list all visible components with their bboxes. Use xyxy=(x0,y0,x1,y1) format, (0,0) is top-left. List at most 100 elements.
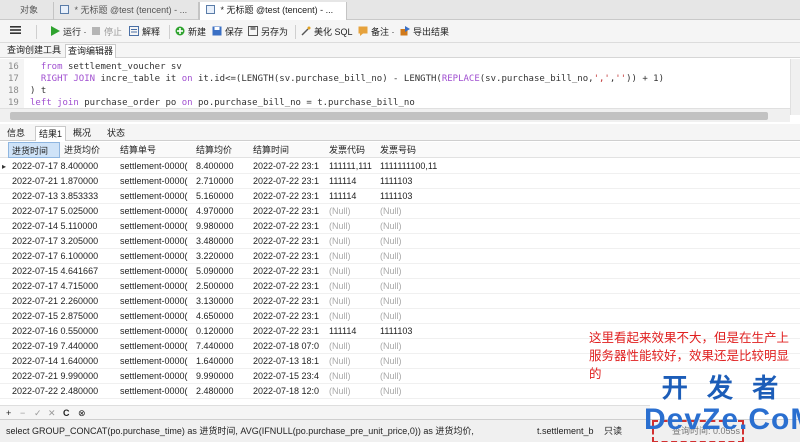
table-cell[interactable]: 2022-07-14 1.640000 xyxy=(12,354,116,369)
comment-button[interactable]: 备注 · xyxy=(358,24,395,40)
table-cell[interactable]: settlement-0000( xyxy=(120,219,196,234)
table-cell[interactable]: 2022-07-15 4.641667 xyxy=(12,264,116,279)
table-cell[interactable]: 2022-07-18 07:0 xyxy=(253,339,329,354)
editor-horizontal-scrollbar[interactable] xyxy=(0,108,790,122)
table-cell[interactable]: settlement-0000( xyxy=(120,264,196,279)
table-cell[interactable]: 2022-07-15 23:4 xyxy=(253,369,329,384)
table-cell[interactable]: 2022-07-22 23:1 xyxy=(253,279,329,294)
table-cell[interactable]: 7.440000 xyxy=(196,339,252,354)
table-cell[interactable]: settlement-0000( xyxy=(120,249,196,264)
stop-button[interactable]: 停止 xyxy=(91,24,122,40)
table-cell[interactable]: 2022-07-17 6.100000 xyxy=(12,249,116,264)
explain-button[interactable]: 解释 xyxy=(129,24,160,40)
table-cell[interactable]: (Null) xyxy=(329,219,380,234)
table-row[interactable]: 2022-07-15 2.875000 settlement-0000(4.650… xyxy=(0,309,800,324)
table-cell[interactable]: 2022-07-18 12:0 xyxy=(253,384,329,399)
table-row[interactable]: 2022-07-17 6.100000 settlement-0000(3.220… xyxy=(0,249,800,264)
tab-objects[interactable]: 对象 xyxy=(0,2,54,20)
table-cell[interactable]: (Null) xyxy=(380,309,440,324)
table-cell[interactable]: (Null) xyxy=(380,219,440,234)
table-cell[interactable]: 2022-07-22 23:1 xyxy=(253,249,329,264)
table-cell[interactable]: 111114 xyxy=(329,189,380,204)
table-row[interactable]: 2022-07-17 5.025000 settlement-0000(4.970… xyxy=(0,204,800,219)
table-cell[interactable]: 2.480000 xyxy=(196,384,252,399)
table-cell[interactable]: 5.160000 xyxy=(196,189,252,204)
table-cell[interactable]: 2022-07-17 8.400000 xyxy=(12,159,116,174)
save-button[interactable]: 保存 xyxy=(212,24,243,40)
table-cell[interactable]: settlement-0000( xyxy=(120,339,196,354)
beautify-sql-button[interactable]: 美化 SQL xyxy=(301,24,353,40)
table-cell[interactable]: 111114 xyxy=(329,324,380,339)
table-cell[interactable]: 3.480000 xyxy=(196,234,252,249)
save-as-button[interactable]: 另存为 xyxy=(248,24,288,40)
table-cell[interactable]: (Null) xyxy=(380,369,440,384)
table-cell[interactable]: 2.710000 xyxy=(196,174,252,189)
table-cell[interactable]: (Null) xyxy=(329,294,380,309)
table-cell[interactable]: 2022-07-21 9.990000 xyxy=(12,369,116,384)
table-cell[interactable]: 1111111100,11 xyxy=(380,159,440,174)
table-cell[interactable]: (Null) xyxy=(329,279,380,294)
table-cell[interactable]: settlement-0000( xyxy=(120,309,196,324)
table-cell[interactable]: 2022-07-22 23:1 xyxy=(253,324,329,339)
table-row[interactable]: 2022-07-14 5.110000 settlement-0000(9.980… xyxy=(0,219,800,234)
table-cell[interactable]: 2022-07-22 23:1 xyxy=(253,309,329,324)
apply-changes-button[interactable]: ✓ xyxy=(34,407,42,419)
table-row[interactable]: 2022-07-17 3.205000 settlement-0000(3.480… xyxy=(0,234,800,249)
scrollbar-thumb[interactable] xyxy=(10,112,768,120)
table-cell[interactable]: (Null) xyxy=(380,264,440,279)
column-header[interactable]: 发票代码 xyxy=(329,142,375,158)
table-cell[interactable]: 2022-07-15 2.875000 xyxy=(12,309,116,324)
table-cell[interactable]: 9.980000 xyxy=(196,219,252,234)
table-cell[interactable]: 2022-07-22 23:1 xyxy=(253,159,329,174)
table-cell[interactable]: settlement-0000( xyxy=(120,279,196,294)
column-header[interactable]: 结算均价 xyxy=(196,142,246,158)
table-cell[interactable]: (Null) xyxy=(380,354,440,369)
column-header[interactable]: 进货时间 xyxy=(8,142,60,158)
delete-record-button[interactable]: − xyxy=(20,407,25,419)
menu-button[interactable] xyxy=(10,24,21,40)
table-cell[interactable]: settlement-0000( xyxy=(120,174,196,189)
table-cell[interactable]: (Null) xyxy=(380,249,440,264)
column-header[interactable]: 发票号码 xyxy=(380,142,430,158)
table-cell[interactable]: settlement-0000( xyxy=(120,384,196,399)
table-cell[interactable]: (Null) xyxy=(329,384,380,399)
export-results-button[interactable]: 导出结果 xyxy=(400,24,449,40)
column-header[interactable]: 结算时间 xyxy=(253,142,309,158)
table-cell[interactable]: (Null) xyxy=(329,354,380,369)
table-cell[interactable]: (Null) xyxy=(380,234,440,249)
table-cell[interactable]: 2022-07-13 3.853333 xyxy=(12,189,116,204)
table-cell[interactable]: 2022-07-17 5.025000 xyxy=(12,204,116,219)
table-row[interactable]: 2022-07-13 3.853333 settlement-0000(5.160… xyxy=(0,189,800,204)
table-cell[interactable]: 2022-07-22 23:1 xyxy=(253,174,329,189)
run-button[interactable]: 运行 · xyxy=(50,24,87,40)
table-cell[interactable]: 2022-07-22 23:1 xyxy=(253,264,329,279)
table-cell[interactable]: 1111103 xyxy=(380,324,440,339)
table-cell[interactable]: 5.090000 xyxy=(196,264,252,279)
table-cell[interactable]: (Null) xyxy=(329,249,380,264)
table-cell[interactable]: (Null) xyxy=(380,204,440,219)
table-cell[interactable]: 2022-07-16 0.550000 xyxy=(12,324,116,339)
table-cell[interactable]: settlement-0000( xyxy=(120,159,196,174)
tab-status[interactable]: 状态 xyxy=(104,126,128,141)
table-cell[interactable]: 4.650000 xyxy=(196,309,252,324)
column-header[interactable]: 结算单号 xyxy=(120,142,184,158)
table-cell[interactable]: 111114 xyxy=(329,174,380,189)
table-cell[interactable]: (Null) xyxy=(329,369,380,384)
table-cell[interactable]: 8.400000 xyxy=(196,159,252,174)
table-cell[interactable]: (Null) xyxy=(380,294,440,309)
table-cell[interactable]: (Null) xyxy=(380,384,440,399)
table-cell[interactable]: 1111103 xyxy=(380,189,440,204)
add-record-button[interactable]: + xyxy=(6,407,11,419)
table-cell[interactable]: 3.130000 xyxy=(196,294,252,309)
new-button[interactable]: 新建 xyxy=(175,24,206,40)
table-cell[interactable]: 9.990000 xyxy=(196,369,252,384)
table-cell[interactable]: (Null) xyxy=(380,279,440,294)
table-cell[interactable]: 2022-07-21 2.260000 xyxy=(12,294,116,309)
table-cell[interactable]: 111111,111 xyxy=(329,159,380,174)
refresh-button[interactable]: C xyxy=(63,407,70,419)
table-cell[interactable]: 2022-07-13 18:1 xyxy=(253,354,329,369)
table-cell[interactable]: 2022-07-14 5.110000 xyxy=(12,219,116,234)
sql-editor[interactable]: 16 17 18 19 from settlement_voucher sv RIGH… xyxy=(0,59,790,108)
table-cell[interactable]: settlement-0000( xyxy=(120,294,196,309)
table-cell[interactable]: 2022-07-22 23:1 xyxy=(253,219,329,234)
